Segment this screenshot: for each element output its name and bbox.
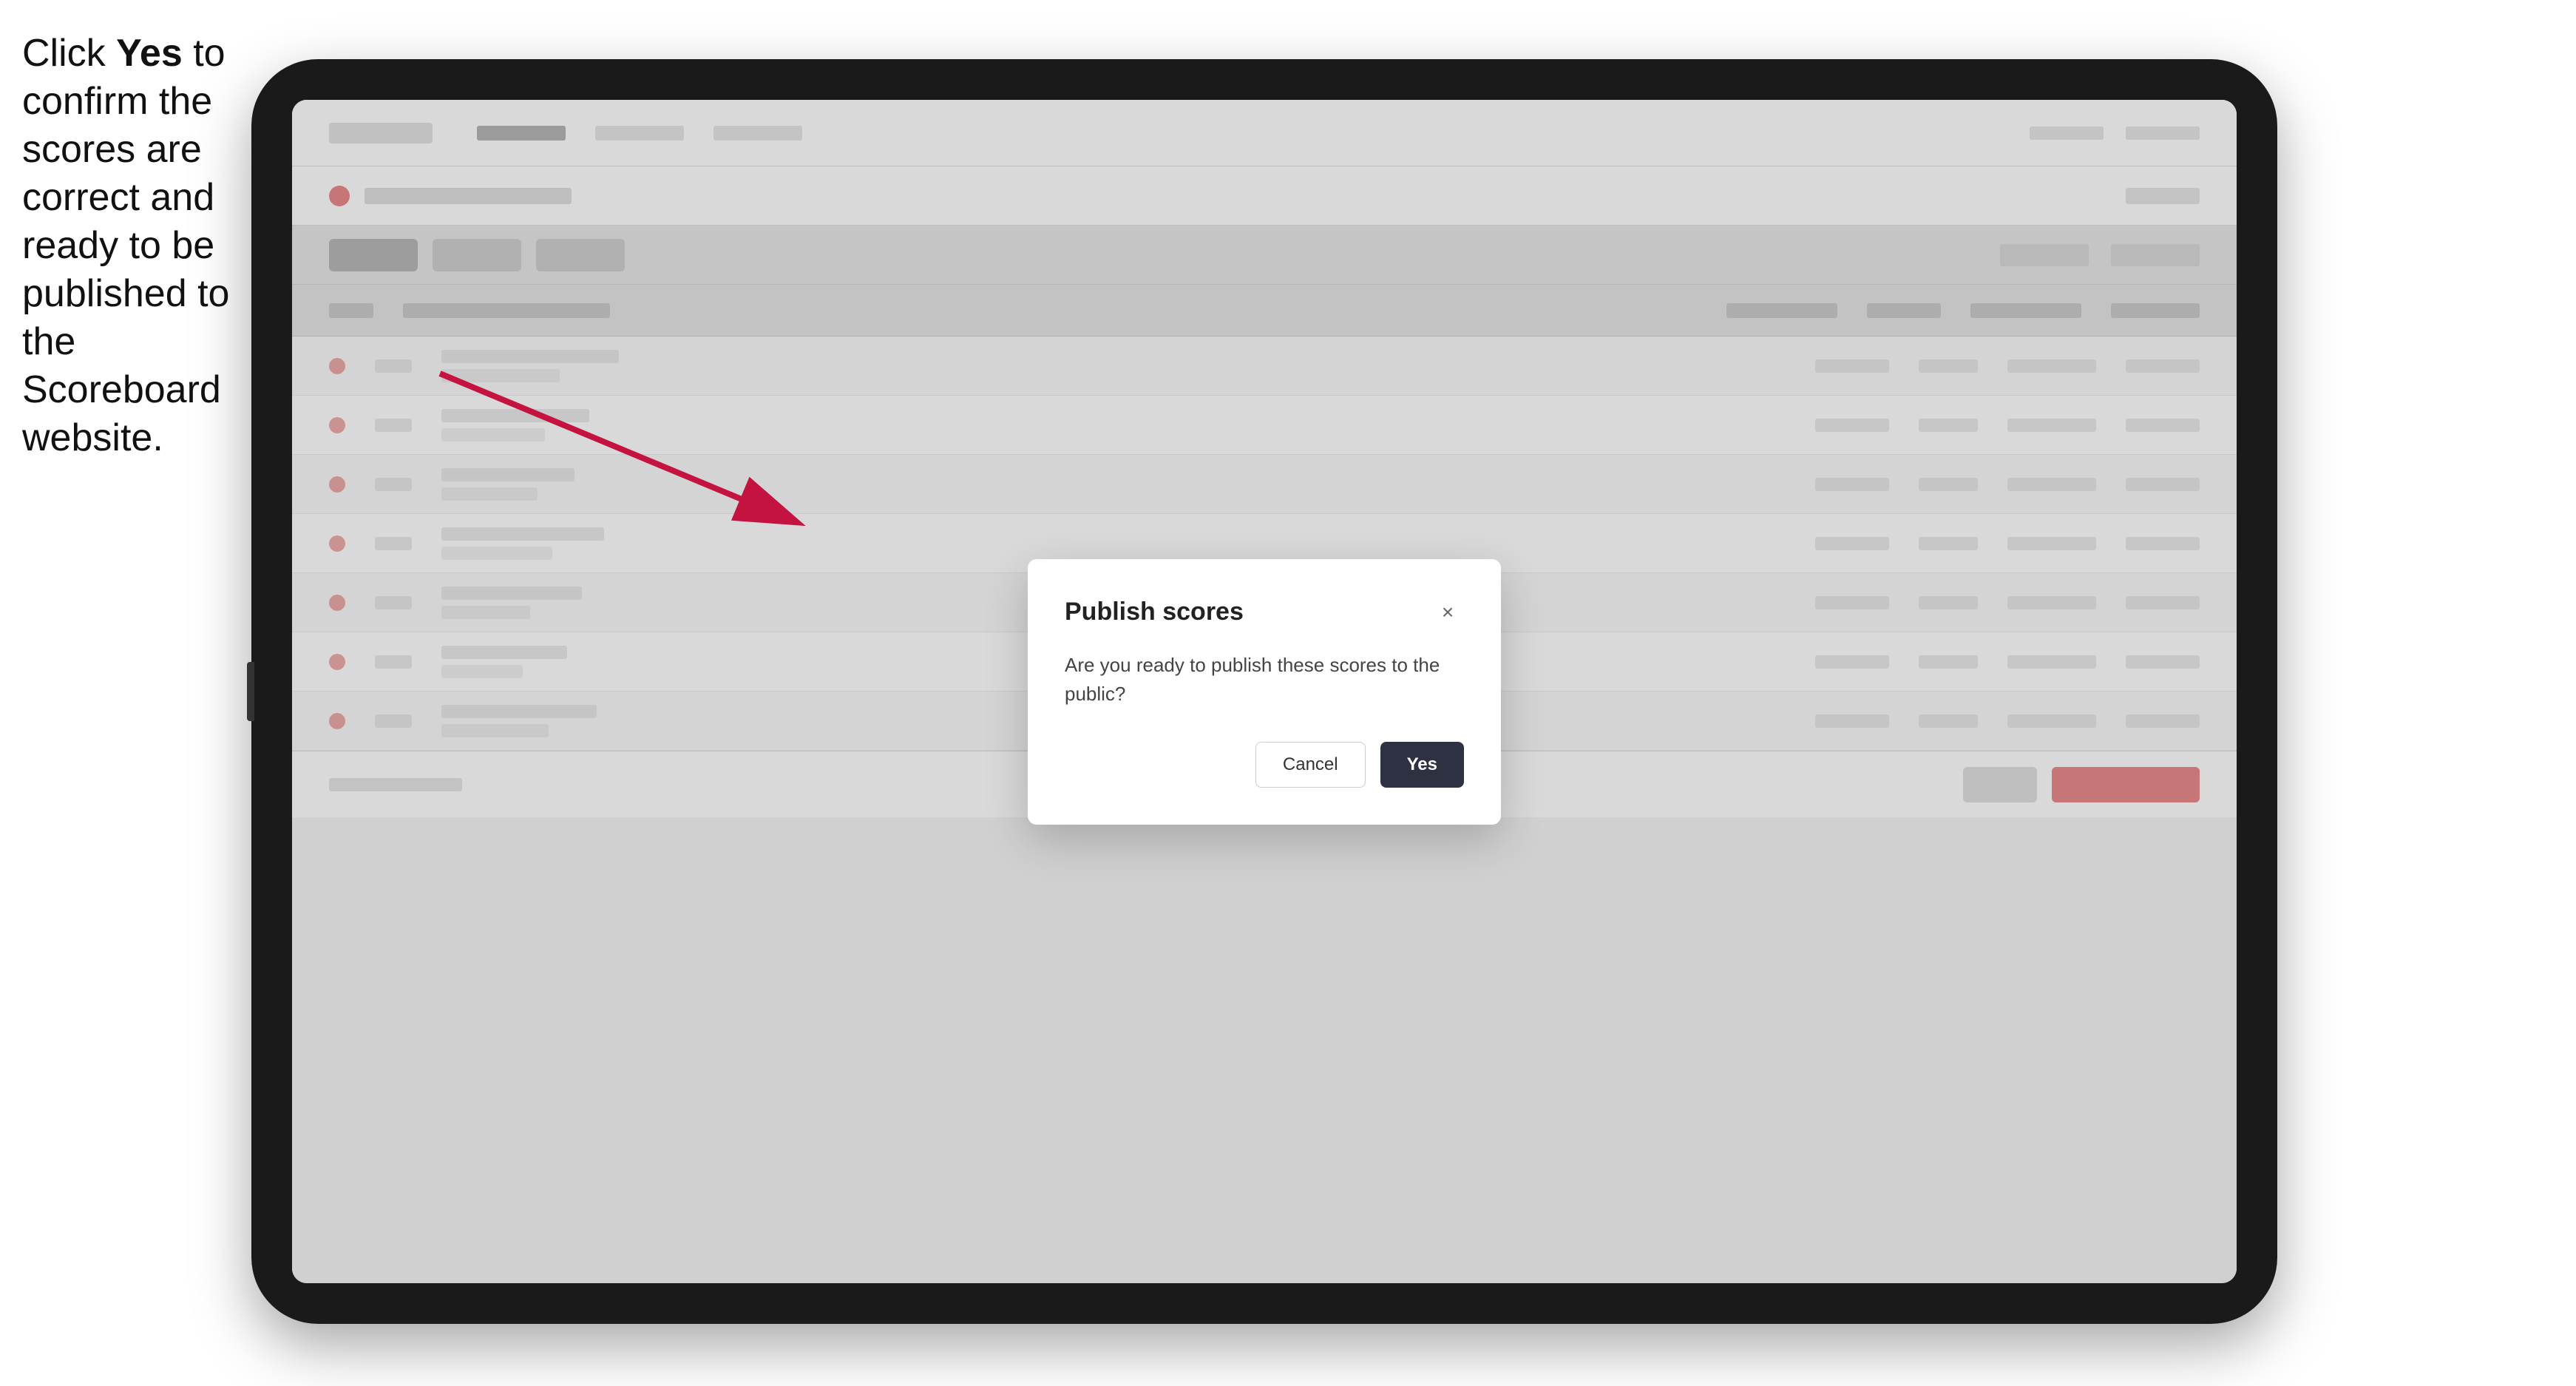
tablet-screen: Publish scores × Are you ready to publis…: [292, 100, 2237, 1283]
modal-body: Are you ready to publish these scores to…: [1065, 651, 1464, 709]
cancel-button[interactable]: Cancel: [1255, 742, 1366, 788]
tablet-side-button: [247, 662, 254, 721]
yes-button[interactable]: Yes: [1380, 742, 1464, 788]
modal-title: Publish scores: [1065, 598, 1244, 626]
instruction-bold: Yes: [116, 32, 183, 75]
modal-close-button[interactable]: ×: [1431, 596, 1464, 629]
tablet-device: Publish scores × Are you ready to publis…: [251, 59, 2277, 1324]
modal-dialog: Publish scores × Are you ready to publis…: [1028, 559, 1501, 825]
instruction-suffix: to confirm the scores are correct and re…: [22, 32, 229, 459]
instruction-text: Click Yes to confirm the scores are corr…: [22, 30, 237, 462]
modal-footer: Cancel Yes: [1065, 742, 1464, 788]
modal-header: Publish scores ×: [1065, 596, 1464, 629]
modal-overlay: Publish scores × Are you ready to publis…: [292, 100, 2237, 1283]
instruction-prefix: Click: [22, 32, 116, 75]
app-content: Publish scores × Are you ready to publis…: [292, 100, 2237, 1283]
